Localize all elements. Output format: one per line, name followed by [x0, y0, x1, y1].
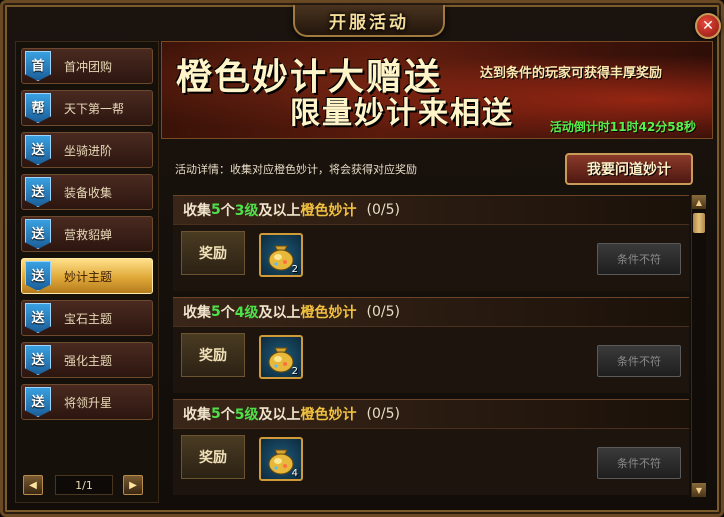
page-indicator: 1/1: [55, 475, 113, 495]
arrow-up-icon: ▲: [695, 197, 703, 207]
entry-prefix: 收集: [183, 203, 211, 219]
banner-subtitle: 达到条件的玩家可获得丰厚奖励: [480, 66, 663, 81]
entry-progress: (0/5): [366, 202, 400, 218]
entry-level: 3级: [234, 203, 259, 219]
sidebar-item-label: 妙计主题: [64, 269, 113, 284]
badge-icon: 送: [25, 219, 51, 249]
close-button[interactable]: ✕: [695, 13, 721, 39]
entry-progress: (0/5): [366, 406, 400, 422]
entry-title: 收集 5 个 4级 及以上 橙色妙计 (0/5): [173, 297, 689, 327]
entry-progress: (0/5): [366, 304, 400, 320]
sidebar-item-label: 首冲团购: [64, 59, 113, 74]
sidebar-item-enhance[interactable]: 送 强化主题: [21, 342, 153, 378]
sidebar-item-general-star[interactable]: 送 将领升星: [21, 384, 153, 420]
entry-title: 收集 5 个 5级 及以上 橙色妙计 (0/5): [173, 399, 689, 429]
claim-button[interactable]: 条件不符: [597, 447, 681, 479]
badge-icon: 首: [25, 51, 51, 81]
badge-icon: 送: [25, 261, 51, 291]
badge-icon: 送: [25, 387, 51, 417]
badge-icon: 送: [25, 303, 51, 333]
activity-window: 开服活动 ✕ 首 首冲团购 帮 天下第一帮 送 坐骑进阶 送 装备收集 送 营救…: [0, 0, 724, 517]
prev-page-button[interactable]: ◀: [23, 475, 43, 495]
sidebar-pager: ◀ 1/1 ▶: [23, 471, 143, 497]
window-title-plate: 开服活动: [293, 5, 445, 37]
close-icon: ✕: [702, 18, 714, 34]
entry-count: 5: [211, 202, 221, 218]
entry-mid: 个: [220, 305, 235, 321]
entry-suffix: 及以上: [258, 407, 301, 423]
reward-item-slot[interactable]: 2: [259, 233, 303, 277]
scroll-up-button[interactable]: ▲: [692, 195, 706, 209]
list-scrollbar[interactable]: ▲ ▼: [691, 195, 706, 497]
entry-mid: 个: [220, 407, 235, 423]
sidebar-item-label: 宝石主题: [64, 311, 113, 326]
badge-icon: 送: [25, 345, 51, 375]
scroll-down-button[interactable]: ▼: [692, 483, 706, 497]
entry-prefix: 收集: [183, 305, 211, 321]
claim-button[interactable]: 条件不符: [597, 243, 681, 275]
scroll-thumb[interactable]: [693, 213, 705, 233]
entry-count: 5: [211, 406, 221, 422]
entry-item-name: 橙色妙计: [300, 305, 357, 321]
claim-button[interactable]: 条件不符: [597, 345, 681, 377]
entry-count: 5: [211, 304, 221, 320]
list-item: 收集 5 个 4级 及以上 橙色妙计 (0/5) 奖励 2 条件不符: [173, 297, 689, 395]
window-title: 开服活动: [329, 12, 409, 33]
sidebar-item-rescue[interactable]: 送 营救貂蝉: [21, 216, 153, 252]
arrow-down-icon: ▼: [695, 485, 703, 495]
banner-headline-2: 限量妙计来相送: [290, 96, 514, 131]
entry-body: 奖励 4 条件不符: [173, 429, 689, 495]
reward-list: 收集 5 个 3级 及以上 橙色妙计 (0/5) 奖励 2 条件不符 收集 5 …: [173, 195, 689, 495]
entry-suffix: 及以上: [258, 203, 301, 219]
entry-body: 奖励 2 条件不符: [173, 327, 689, 393]
sidebar-item-first-charge[interactable]: 首 首冲团购: [21, 48, 153, 84]
sidebar: 首 首冲团购 帮 天下第一帮 送 坐骑进阶 送 装备收集 送 营救貂蝉 送 妙计…: [15, 41, 159, 503]
sidebar-item-mount[interactable]: 送 坐骑进阶: [21, 132, 153, 168]
item-quantity: 2: [291, 366, 298, 377]
sidebar-item-top-guild[interactable]: 帮 天下第一帮: [21, 90, 153, 126]
entry-body: 奖励 2 条件不符: [173, 225, 689, 291]
list-item: 收集 5 个 5级 及以上 橙色妙计 (0/5) 奖励 4 条件不符: [173, 399, 689, 497]
badge-icon: 送: [25, 135, 51, 165]
reward-item-slot[interactable]: 4: [259, 437, 303, 481]
countdown-timer: 活动倒计时11时42分58秒: [549, 120, 696, 134]
entry-item-name: 橙色妙计: [300, 407, 357, 423]
arrow-right-icon: ▶: [129, 479, 137, 491]
reward-label: 奖励: [181, 333, 245, 377]
reward-item-slot[interactable]: 2: [259, 335, 303, 379]
sidebar-item-gem[interactable]: 送 宝石主题: [21, 300, 153, 336]
list-item: 收集 5 个 3级 及以上 橙色妙计 (0/5) 奖励 2 条件不符: [173, 195, 689, 293]
entry-prefix: 收集: [183, 407, 211, 423]
event-details: 活动详情：收集对应橙色妙计，将会获得对应奖励: [175, 163, 417, 176]
sidebar-item-label: 将领升星: [64, 395, 113, 410]
sidebar-item-label: 天下第一帮: [64, 101, 125, 116]
badge-icon: 送: [25, 177, 51, 207]
ask-strategy-button[interactable]: 我要问道妙计: [565, 153, 693, 185]
event-banner: 橙色妙计大赠送 达到条件的玩家可获得丰厚奖励 限量妙计来相送 活动倒计时11时4…: [161, 41, 713, 139]
entry-mid: 个: [220, 203, 235, 219]
sidebar-item-label: 装备收集: [64, 185, 113, 200]
badge-icon: 帮: [25, 93, 51, 123]
sidebar-item-label: 强化主题: [64, 353, 113, 368]
sidebar-item-label: 坐骑进阶: [64, 143, 113, 158]
sidebar-item-equipment[interactable]: 送 装备收集: [21, 174, 153, 210]
entry-item-name: 橙色妙计: [300, 203, 357, 219]
arrow-left-icon: ◀: [29, 479, 37, 491]
reward-label: 奖励: [181, 435, 245, 479]
entry-suffix: 及以上: [258, 305, 301, 321]
entry-level: 4级: [234, 305, 259, 321]
entry-title: 收集 5 个 3级 及以上 橙色妙计 (0/5): [173, 195, 689, 225]
reward-label: 奖励: [181, 231, 245, 275]
sidebar-item-label: 营救貂蝉: [64, 227, 113, 242]
item-quantity: 2: [291, 264, 298, 275]
item-quantity: 4: [291, 468, 298, 479]
entry-level: 5级: [234, 407, 259, 423]
next-page-button[interactable]: ▶: [123, 475, 143, 495]
sidebar-item-strategy[interactable]: 送 妙计主题: [21, 258, 153, 294]
